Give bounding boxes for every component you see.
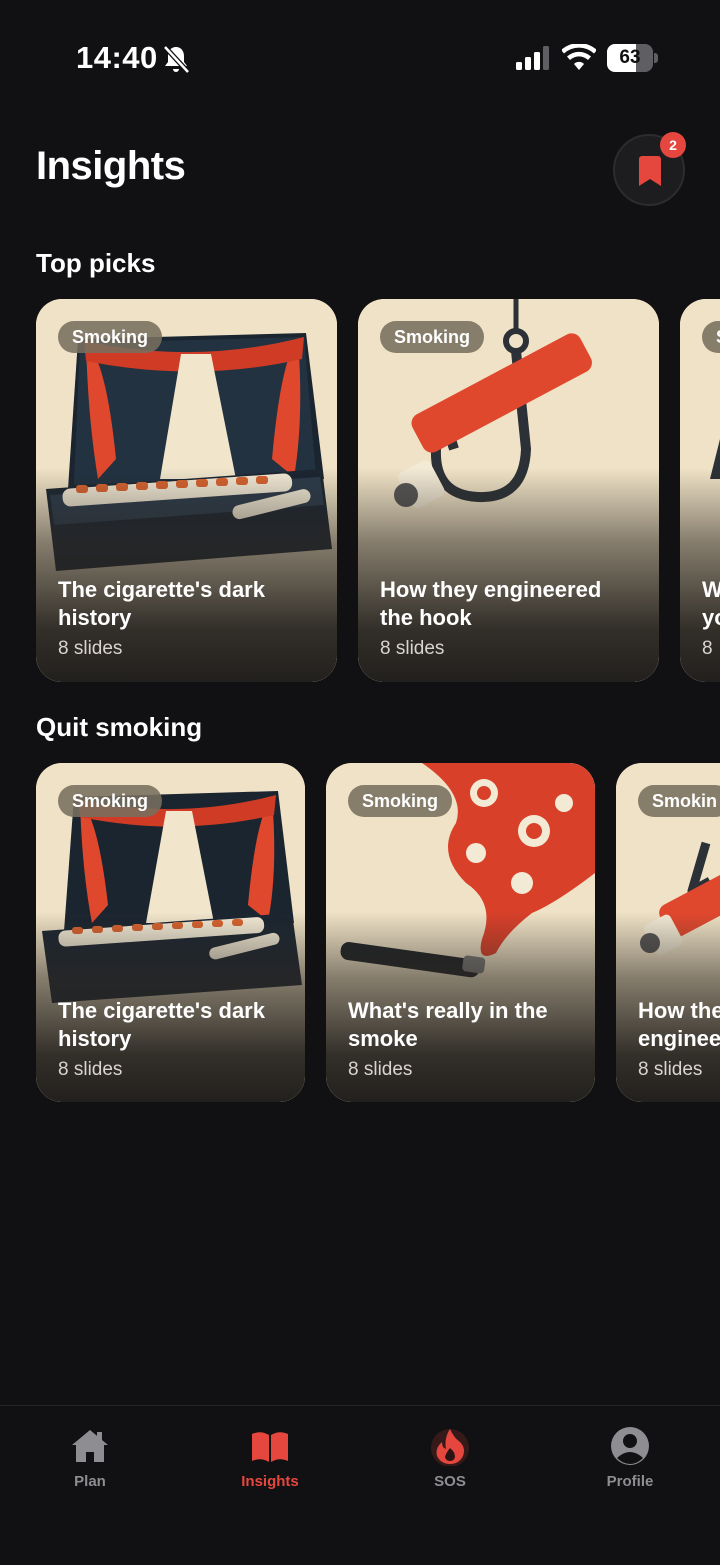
- card-slide-count: 8 slides: [380, 638, 445, 659]
- bookmark-icon: [639, 156, 661, 186]
- card-title: How they engineered the hook: [380, 577, 602, 630]
- category-tag: Smoking: [380, 321, 485, 353]
- status-time: 14:40: [76, 40, 158, 75]
- card-slide-count: 8 slides: [638, 1059, 703, 1080]
- tab-insights[interactable]: Insights: [180, 1406, 360, 1516]
- tab-sos[interactable]: SOS: [360, 1406, 540, 1516]
- battery-percent: 63: [619, 47, 641, 68]
- card-cigarette-dark-history[interactable]: Smoking The cigarette's dark history 8 s…: [36, 299, 337, 682]
- category-tag: Smoking: [348, 785, 453, 817]
- book-icon: [252, 1432, 288, 1462]
- card-title: What's really in the smoke: [348, 998, 548, 1051]
- tab-label: SOS: [434, 1473, 466, 1490]
- bell-muted-icon: [163, 45, 190, 74]
- cellular-signal-icon: [516, 46, 549, 70]
- category-tag: Smoking: [58, 785, 163, 817]
- card-slide-count: 8 slides: [58, 1059, 123, 1080]
- card-slide-count: 8 slides: [58, 638, 123, 659]
- flame-icon: [431, 1429, 469, 1466]
- card-engineered-hook[interactable]: Smoking How they engineered the hook 8 s…: [358, 299, 659, 682]
- category-tag: Smoking: [58, 321, 163, 353]
- card-title: How the enginee: [638, 998, 720, 1051]
- bottom-tab-bar: Plan Insights SOS Profile: [0, 1405, 720, 1565]
- card-cigarette-dark-history[interactable]: Smoking The cigarette's dark history 8 s…: [36, 763, 305, 1102]
- section-title-top-picks: Top picks: [36, 248, 156, 278]
- card-slide-count: 8 slides: [348, 1059, 413, 1080]
- card-engineered-hook[interactable]: Smokin How the enginee 8 slides: [616, 763, 720, 1102]
- card-partial[interactable]: S W yo 8: [680, 299, 720, 682]
- quit-smoking-carousel[interactable]: Smoking The cigarette's dark history 8 s…: [0, 763, 720, 1103]
- card-title: The cigarette's dark history: [58, 998, 265, 1051]
- home-icon: [72, 1430, 108, 1462]
- tab-plan[interactable]: Plan: [0, 1406, 180, 1516]
- page-title: Insights: [36, 144, 186, 188]
- category-tag: Smokin: [638, 785, 720, 817]
- saved-count-badge: 2: [660, 132, 686, 158]
- section-title-quit-smoking: Quit smoking: [36, 712, 203, 742]
- top-picks-carousel[interactable]: Smoking The cigarette's dark history 8 s…: [0, 299, 720, 683]
- card-title: The cigarette's dark history: [58, 577, 265, 630]
- tab-label: Insights: [241, 1473, 299, 1490]
- status-bar: 14:40 63: [0, 0, 720, 110]
- tab-label: Plan: [74, 1473, 106, 1490]
- card-title: W yo: [702, 577, 720, 630]
- card-whats-in-smoke[interactable]: Smoking What's really in the smoke 8 sli…: [326, 763, 595, 1102]
- wifi-icon: [562, 44, 596, 70]
- battery-indicator: 63: [607, 44, 658, 72]
- card-slide-count: 8: [702, 638, 713, 659]
- tab-label: Profile: [606, 1473, 654, 1490]
- user-icon: [611, 1427, 649, 1465]
- tab-profile[interactable]: Profile: [540, 1406, 720, 1516]
